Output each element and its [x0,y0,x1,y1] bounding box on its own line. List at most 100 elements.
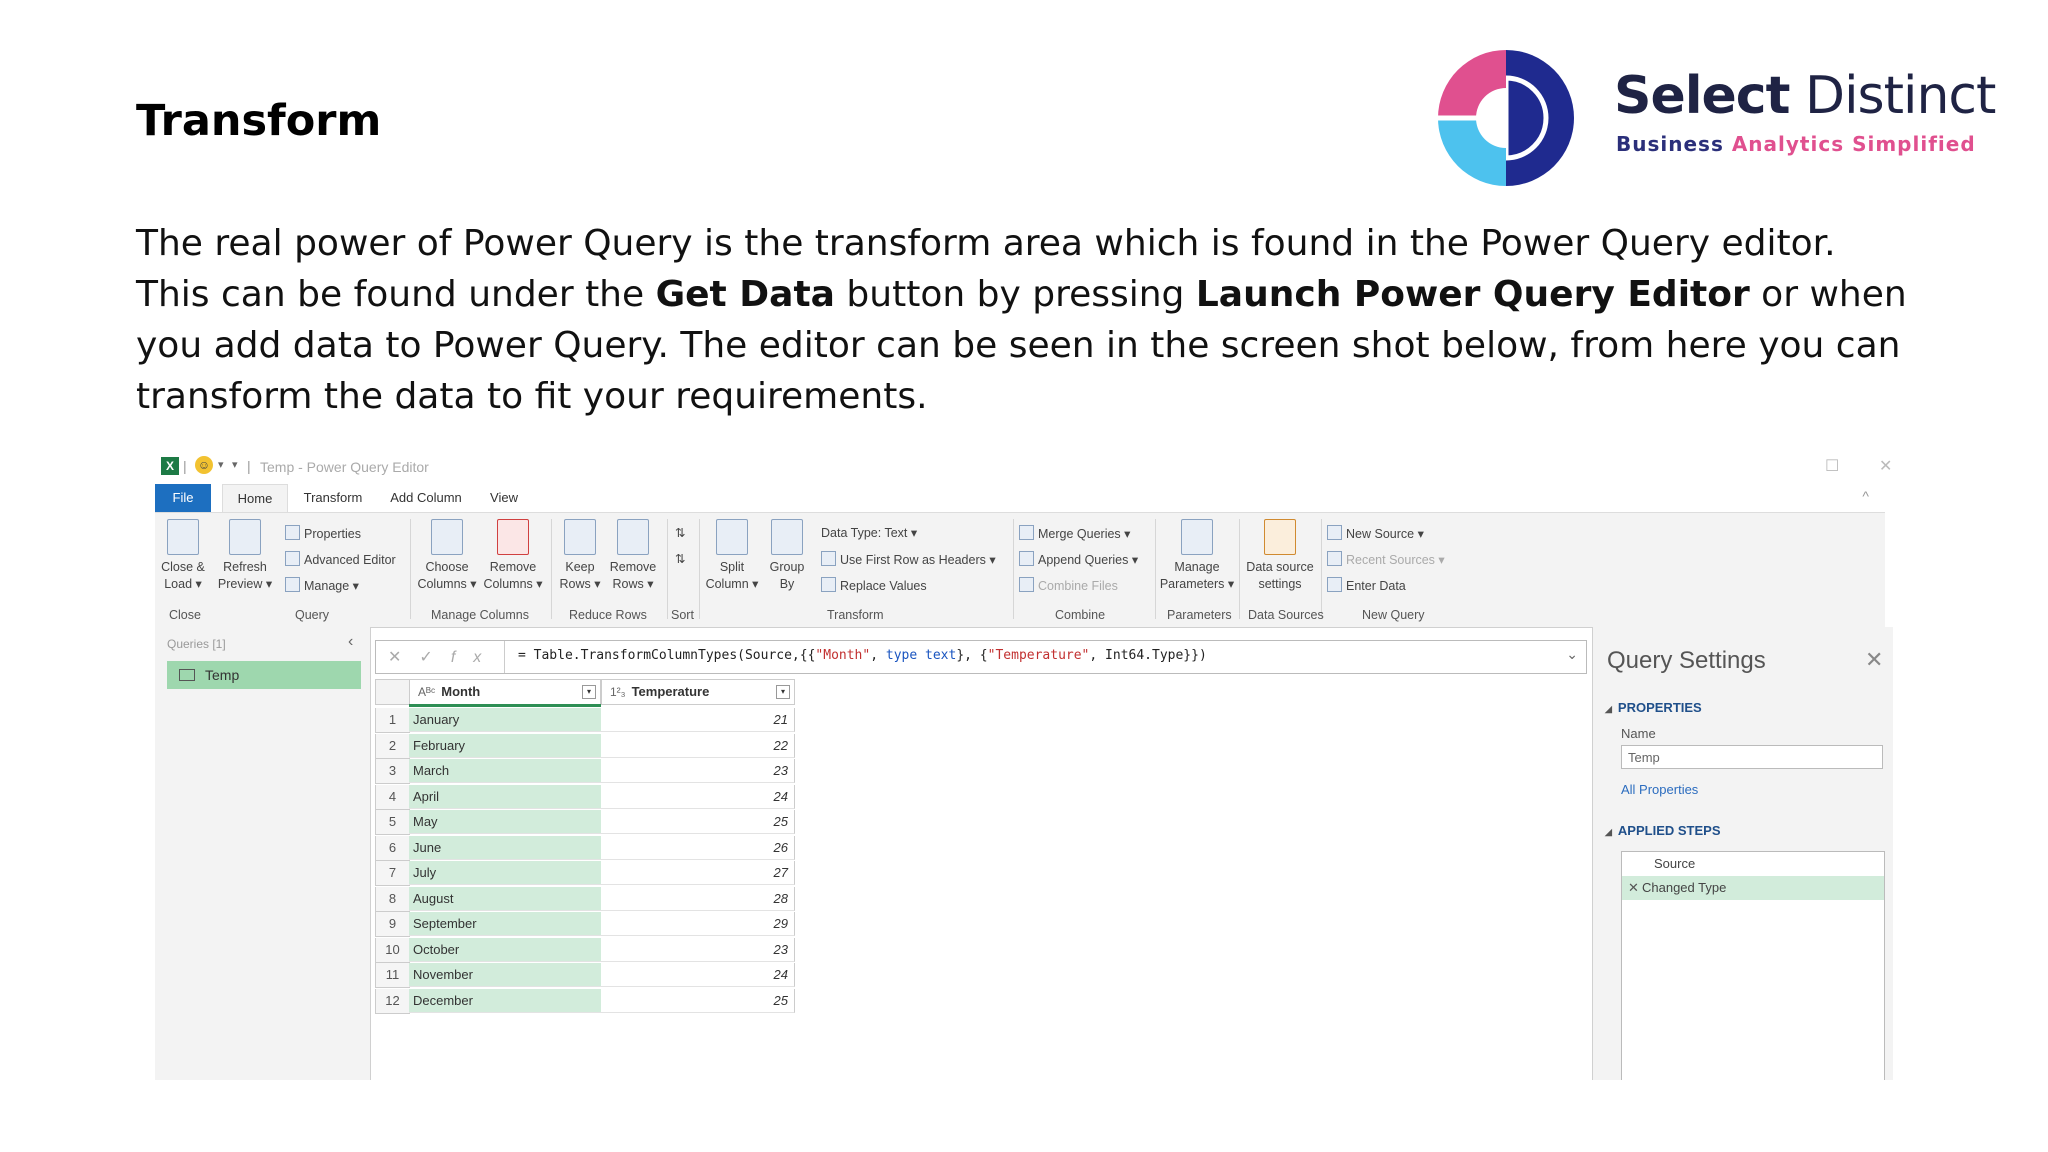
table-menu-icon[interactable] [375,679,410,705]
column-header-temperature[interactable]: 1²₃ Temperature ▾ [601,679,795,705]
cell-temperature[interactable]: 22 [601,733,795,758]
formula-text[interactable]: = Table.TransformColumnTypes(Source,{{"M… [518,648,1207,663]
cell-month[interactable]: September [409,912,601,936]
remove-columns-button[interactable]: Remove Columns ▾ [481,519,545,593]
query-item-temp[interactable]: Temp [167,661,361,689]
row-number[interactable]: 12 [375,988,410,1014]
close-load-button[interactable]: Close & Load ▾ [157,519,209,593]
row-number[interactable]: 10 [375,937,410,963]
tab-file[interactable]: File [155,484,211,512]
cell-temperature[interactable]: 28 [601,886,795,911]
commit-formula-icon[interactable]: ✓ [419,649,450,666]
cell-temperature[interactable]: 26 [601,835,795,860]
filter-dropdown-icon[interactable]: ▾ [776,685,790,699]
split-column-icon [716,519,748,555]
tab-view[interactable]: View [481,484,527,512]
quick-access-icon[interactable]: ▾ [232,458,238,471]
parameters-icon [1181,519,1213,555]
new-source-button[interactable]: New Source ▾ [1327,525,1424,541]
maximize-icon[interactable]: ☐ [1825,456,1839,476]
cell-month[interactable]: May [409,810,601,834]
merge-queries-button[interactable]: Merge Queries ▾ [1019,525,1130,541]
row-number[interactable]: 3 [375,759,410,784]
sort-descending-icon[interactable]: ⇅ [675,551,685,566]
remove-rows-button[interactable]: Remove Rows ▾ [605,519,661,593]
column-header-month[interactable]: Aᴮᶜ Month ▾ [409,679,601,705]
cancel-formula-icon[interactable]: ✕ [388,649,419,666]
cell-temperature[interactable]: 27 [601,861,795,885]
properties-button[interactable]: Properties [285,525,361,541]
table-icon [179,669,195,681]
tab-transform[interactable]: Transform [295,484,371,512]
all-properties-link[interactable]: All Properties [1621,782,1698,797]
row-number[interactable]: 2 [375,733,410,759]
cell-temperature[interactable]: 29 [601,912,795,936]
feedback-smiley-icon[interactable]: ☺ [195,456,213,474]
cell-month[interactable]: April [409,784,601,809]
cell-temperature[interactable]: 25 [601,810,795,834]
cell-month[interactable]: March [409,759,601,783]
collapse-queries-icon[interactable]: ‹ [348,633,353,651]
cell-month[interactable]: October [409,937,601,962]
cell-temperature[interactable]: 24 [601,784,795,809]
data-type-dropdown[interactable]: Data Type: Text ▾ [821,525,917,540]
applied-steps-section[interactable]: ◢ APPLIED STEPS [1605,823,1721,838]
cell-month[interactable]: January [409,708,601,732]
append-queries-button[interactable]: Append Queries ▾ [1019,551,1138,567]
cell-month[interactable]: June [409,835,601,860]
row-number[interactable]: 1 [375,708,410,733]
whole-number-type-icon[interactable]: 1²₃ [610,685,626,699]
row-number[interactable]: 8 [375,886,410,912]
advanced-editor-button[interactable]: Advanced Editor [285,551,396,567]
group-label-transform: Transform [827,608,884,622]
power-query-editor-screenshot: X | ☺ ▾ ▾ | Temp - Power Query Editor ☐ … [155,450,1893,1080]
cell-temperature[interactable]: 23 [601,937,795,962]
properties-section[interactable]: ◢ PROPERTIES [1605,700,1702,715]
row-number[interactable]: 6 [375,835,410,861]
cell-month[interactable]: November [409,963,601,987]
filter-dropdown-icon[interactable]: ▾ [582,685,596,699]
step-source[interactable]: Source [1622,852,1884,876]
row-number[interactable]: 7 [375,861,410,886]
enter-data-button[interactable]: Enter Data [1327,577,1406,593]
split-column-button[interactable]: Split Column ▾ [703,519,761,593]
recent-sources-button[interactable]: Recent Sources ▾ [1327,551,1445,567]
row-number[interactable]: 11 [375,963,410,988]
close-window-icon[interactable]: ✕ [1879,456,1892,476]
data-source-settings-button[interactable]: Data source settings [1243,519,1317,593]
collapse-ribbon-icon[interactable]: ^ [1862,488,1869,504]
cell-month[interactable]: July [409,861,601,885]
combine-files-button[interactable]: Combine Files [1019,577,1118,593]
manage-parameters-button[interactable]: Manage Parameters ▾ [1159,519,1235,593]
cell-temperature[interactable]: 24 [601,963,795,987]
formula-bar[interactable]: ✕✓fx = Table.TransformColumnTypes(Source… [375,640,1587,674]
replace-values-button[interactable]: Replace Values [821,577,927,593]
manage-button[interactable]: Manage ▾ [285,577,359,593]
choose-columns-button[interactable]: Choose Columns ▾ [415,519,479,593]
row-number[interactable]: 9 [375,912,410,937]
tab-add-column[interactable]: Add Column [381,484,471,512]
cell-temperature[interactable]: 23 [601,759,795,783]
step-changed-type[interactable]: ✕ Changed Type [1622,876,1884,900]
row-number[interactable]: 5 [375,810,410,835]
cell-temperature[interactable]: 21 [601,708,795,732]
expand-formula-icon[interactable]: ⌄ [1566,646,1578,663]
sort-ascending-icon[interactable]: ⇅ [675,525,685,540]
combine-files-icon [1019,577,1034,592]
refresh-preview-button[interactable]: Refresh Preview ▾ [217,519,273,593]
delete-step-icon[interactable]: ✕ [1628,876,1642,900]
query-name-input[interactable]: Temp [1621,745,1883,769]
keep-rows-button[interactable]: Keep Rows ▾ [555,519,605,593]
cell-month[interactable]: December [409,988,601,1013]
tab-home[interactable]: Home [222,484,288,513]
chevron-down-icon[interactable]: ▾ [218,458,224,471]
cell-temperature[interactable]: 25 [601,988,795,1013]
text-type-icon[interactable]: Aᴮᶜ [418,685,435,699]
row-number[interactable]: 4 [375,784,410,810]
cell-month[interactable]: February [409,733,601,758]
cell-month[interactable]: August [409,886,601,911]
fx-icon[interactable]: fx [451,649,499,666]
group-by-button[interactable]: Group By [765,519,809,593]
close-settings-icon[interactable]: ✕ [1865,647,1883,673]
use-first-row-button[interactable]: Use First Row as Headers ▾ [821,551,996,567]
